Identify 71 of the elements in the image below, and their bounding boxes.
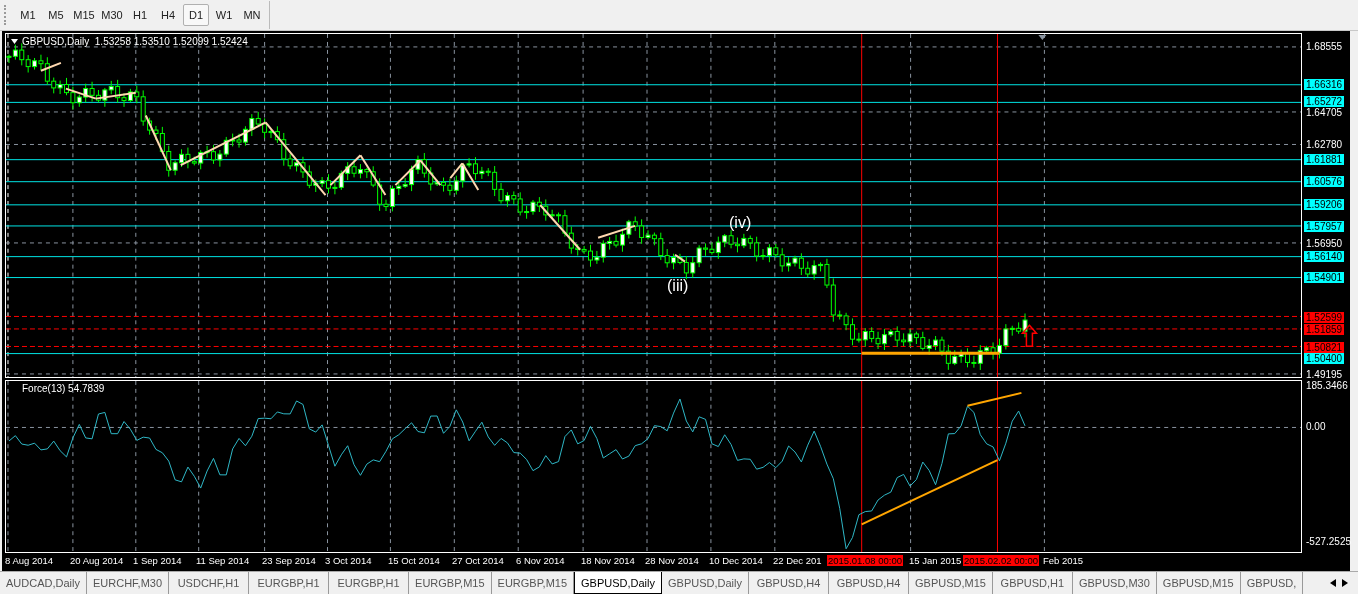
wave-label: (iii) — [667, 277, 689, 295]
timeframe-button[interactable]: M30 — [99, 4, 125, 26]
date-label: 18 Nov 2014 — [581, 555, 635, 566]
price-label: 1.56950 — [1305, 237, 1344, 249]
chart-tab[interactable]: GBPUSD,Daily — [662, 572, 749, 594]
date-label: 15 Jan 2015 — [909, 555, 962, 566]
chart-tab[interactable]: GBPUSD,Daily — [574, 572, 662, 594]
date-label: 6 Nov 2014 — [516, 555, 565, 566]
chart-title: GBPUSD,Daily 1.53258 1.53510 1.52099 1.52424 — [22, 36, 248, 47]
date-label: 11 Sep 2014 — [196, 555, 250, 566]
date-label: 22 Dec 201 — [773, 555, 822, 566]
chart-tab[interactable]: GBPUSD,M30 — [1072, 572, 1157, 594]
chart-tab[interactable]: USDCHF,H1 — [169, 572, 250, 594]
date-label: 27 Oct 2014 — [452, 555, 504, 566]
timeframe-button[interactable]: M5 — [43, 4, 69, 26]
price-label: 1.59206 — [1304, 199, 1345, 211]
up-arrow-icon — [1020, 324, 1039, 347]
chart-tab[interactable]: GBPUSD,H4 — [749, 572, 829, 594]
chart-tab[interactable]: GBPUSD,M15 — [1156, 572, 1241, 594]
price-label: 1.50400 — [1304, 352, 1345, 364]
marker-date-label: 2015.01.08 00:00 — [827, 555, 903, 566]
price-label: 1.49195 — [1305, 369, 1344, 381]
indicator-label: Force(13) 54.7839 — [22, 383, 105, 394]
price-label: 1.51859 — [1304, 324, 1345, 336]
price-label: 1.64705 — [1305, 107, 1344, 119]
chart-tab[interactable]: GBPUSD, — [1240, 572, 1304, 594]
date-label: 23 Sep 2014 — [262, 555, 316, 566]
date-label: 15 Oct 2014 — [388, 555, 440, 566]
timeframe-button[interactable]: W1 — [211, 4, 237, 26]
scroll-left-icon[interactable] — [1330, 579, 1336, 587]
chart-tab[interactable]: AUDCAD,Daily — [0, 572, 87, 594]
indicator-axis-label: 0.00 — [1305, 421, 1327, 432]
timeframe-button[interactable]: MN — [239, 4, 265, 26]
chart-tab[interactable]: GBPUSD,H1 — [992, 572, 1073, 594]
indicator-axis-label: 185.3466 — [1305, 380, 1349, 391]
price-label: 1.60576 — [1304, 176, 1345, 188]
timeframe-button[interactable]: D1 — [183, 4, 209, 26]
price-label: 1.62780 — [1305, 138, 1344, 150]
price-label: 1.50821 — [1304, 341, 1345, 353]
date-label: 10 Dec 2014 — [709, 555, 763, 566]
toolbar-grip[interactable] — [4, 5, 9, 25]
chart-tab[interactable]: EURGBP,H1 — [329, 572, 410, 594]
chart-shift-icon[interactable] — [1038, 35, 1047, 40]
price-label: 1.61881 — [1304, 153, 1345, 165]
price-label: 1.65272 — [1304, 96, 1345, 108]
date-label: 1 Sep 2014 — [133, 555, 182, 566]
timeframe-button[interactable]: H4 — [155, 4, 181, 26]
date-label: Feb 2015 — [1043, 555, 1084, 566]
date-label: 8 Aug 2014 — [5, 555, 54, 566]
date-label: 20 Aug 2014 — [70, 555, 124, 566]
trend-line — [966, 391, 1023, 407]
chart-tab[interactable]: EURGBP,H1 — [249, 572, 330, 594]
scroll-right-icon[interactable] — [1342, 579, 1348, 587]
dropdown-icon[interactable] — [11, 39, 18, 44]
price-label: 1.66316 — [1304, 78, 1345, 90]
price-label: 1.57957 — [1304, 220, 1345, 232]
price-label: 1.54901 — [1304, 272, 1345, 284]
price-label: 1.56140 — [1304, 251, 1345, 263]
wave-label: (iv) — [729, 214, 752, 232]
chart-tab[interactable]: EURCHF,M30 — [86, 572, 170, 594]
date-label: 28 Nov 2014 — [645, 555, 699, 566]
date-label: 3 Oct 2014 — [325, 555, 372, 566]
marker-date-label: 2015.02.02 00:00 — [963, 555, 1039, 566]
chart-tab[interactable]: GBPUSD,H4 — [829, 572, 909, 594]
chart-tab[interactable]: GBPUSD,M15 — [909, 572, 993, 594]
price-label: 1.68555 — [1305, 40, 1344, 52]
timeframe-button[interactable]: M15 — [71, 4, 97, 26]
chart-tab[interactable]: EURGBP,M15 — [409, 572, 492, 594]
timeframe-button[interactable]: M1 — [15, 4, 41, 26]
price-label: 1.52599 — [1304, 311, 1345, 323]
timeframe-button[interactable]: H1 — [127, 4, 153, 26]
